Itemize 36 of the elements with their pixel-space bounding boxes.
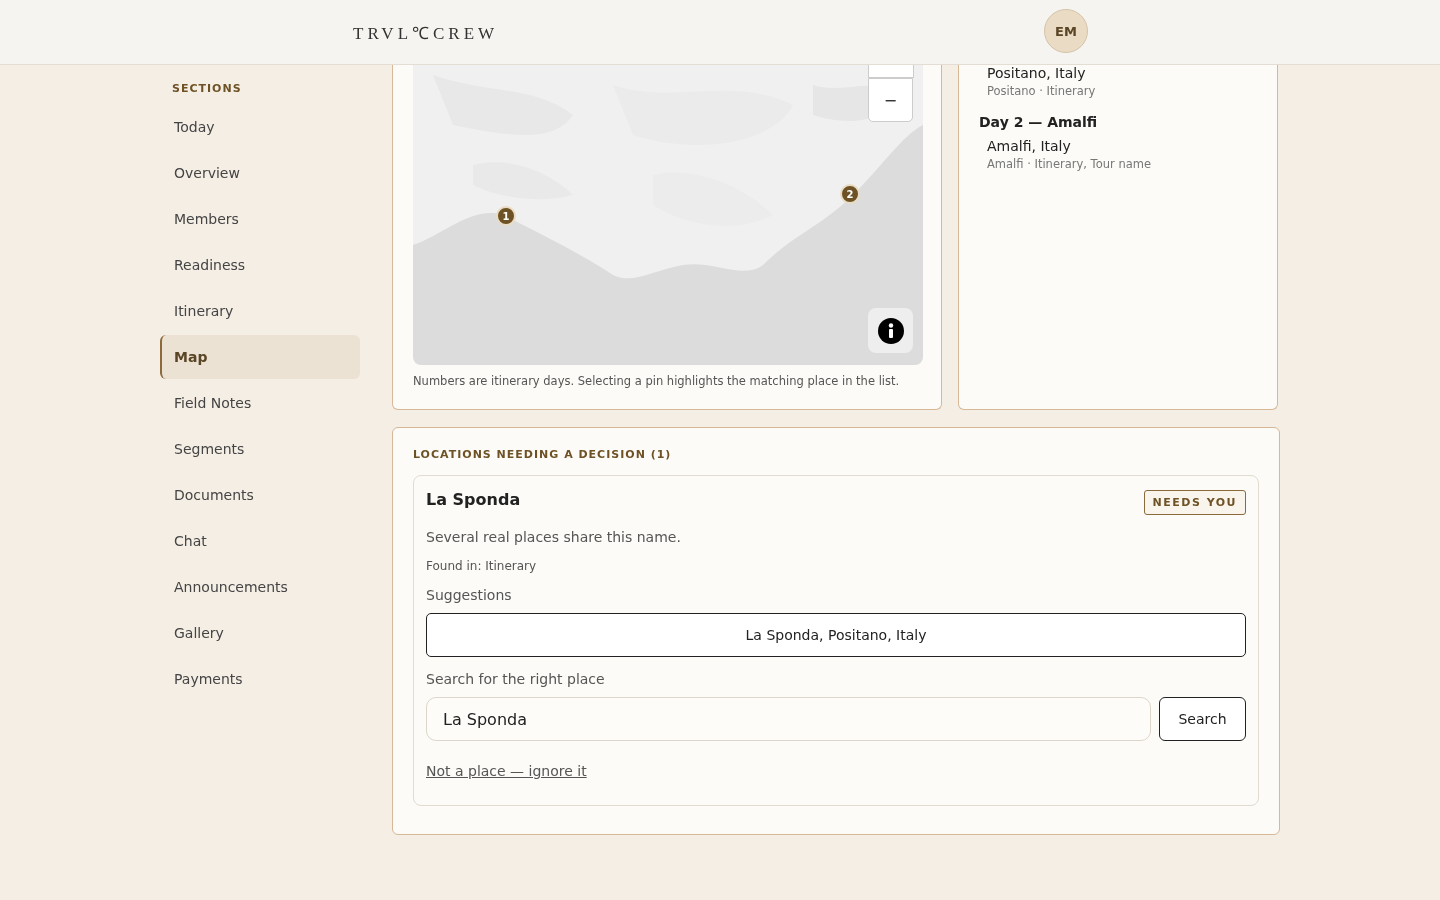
section-heading: LOCATIONS NEEDING A DECISION (1) — [413, 448, 673, 461]
logo[interactable]: TRVL℃CREW — [353, 20, 499, 44]
place-name[interactable]: Amalfi, Italy — [979, 138, 1257, 154]
sidebar-item[interactable]: Chat — [160, 519, 360, 563]
sidebar-heading: SECTIONS — [171, 82, 243, 95]
search-label: Search for the right place — [426, 671, 606, 687]
sidebar-item[interactable]: Documents — [160, 473, 360, 517]
sidebar-item[interactable]: Readiness — [160, 243, 360, 287]
sidebar-item[interactable]: Overview — [160, 151, 360, 195]
place-title: La Sponda — [426, 490, 521, 509]
sidebar-item[interactable]: Today — [160, 105, 360, 149]
sidebar-item[interactable]: Field Notes — [160, 381, 360, 425]
suggestion-button[interactable]: La Sponda, Positano, Italy — [426, 613, 1246, 657]
sidebar-item[interactable]: Announcements — [160, 565, 360, 609]
suggestions-label: Suggestions — [426, 587, 513, 603]
day-heading: Day 2 — Amalfi — [979, 114, 1099, 130]
search-field[interactable]: La Sponda — [426, 697, 1151, 741]
found-in-text: Found in: Itinerary — [426, 559, 538, 573]
zoom-out-button[interactable]: − — [868, 78, 913, 122]
ignore-link[interactable]: Not a place — ignore it — [426, 763, 587, 779]
place-name[interactable]: Positano, Italy — [979, 65, 1257, 81]
map-caption: Numbers are itinerary days. Selecting a pin highlights the matching place in the list. — [413, 374, 901, 388]
sidebar-item[interactable]: Members — [160, 197, 360, 241]
place-meta: Positano · Itinerary — [986, 84, 1097, 98]
info-button[interactable] — [868, 308, 913, 353]
sidebar-item[interactable]: Segments — [160, 427, 360, 471]
sidebar-item[interactable]: Payments — [160, 657, 360, 701]
info-icon — [877, 317, 904, 344]
search-button[interactable]: Search — [1159, 697, 1246, 741]
sidebar-item[interactable]: Itinerary — [160, 289, 360, 333]
description: Several real places share this name. — [426, 529, 682, 545]
place-meta: Amalfi · Itinerary, Tour name — [986, 157, 1152, 171]
sidebar-item[interactable]: Map — [160, 335, 360, 379]
status-badge: NEEDS YOU — [1143, 490, 1246, 515]
user-avatar[interactable]: EM — [1044, 9, 1088, 53]
sidebar-item[interactable]: Gallery — [160, 611, 360, 655]
